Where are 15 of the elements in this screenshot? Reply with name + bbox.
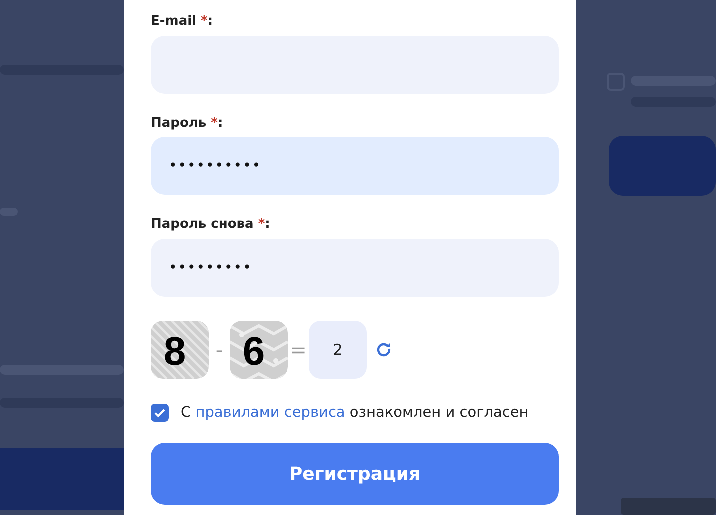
refresh-icon[interactable] <box>375 340 393 358</box>
field-label: Пароль *: <box>151 114 224 132</box>
register-button[interactable]: Регистрация <box>151 443 559 506</box>
captcha-answer-field[interactable]: 2 <box>309 320 367 378</box>
field-label: E-mail *: <box>151 13 214 31</box>
terms-link[interactable]: правилами сервиса <box>196 404 346 420</box>
captcha-digit: 6 <box>230 320 288 378</box>
input-field[interactable]: •••••••••• <box>151 137 559 195</box>
equals-sign: = <box>289 336 308 364</box>
minus-sign: - <box>214 336 224 364</box>
checkbox[interactable] <box>151 404 169 422</box>
input-field[interactable]: ••••••••• <box>151 238 559 296</box>
field-label: Пароль снова *: <box>151 216 272 234</box>
captcha-digit: 8 <box>151 320 209 378</box>
agreement-text: С правилами сервиса ознакомлен и согласен <box>181 404 529 422</box>
